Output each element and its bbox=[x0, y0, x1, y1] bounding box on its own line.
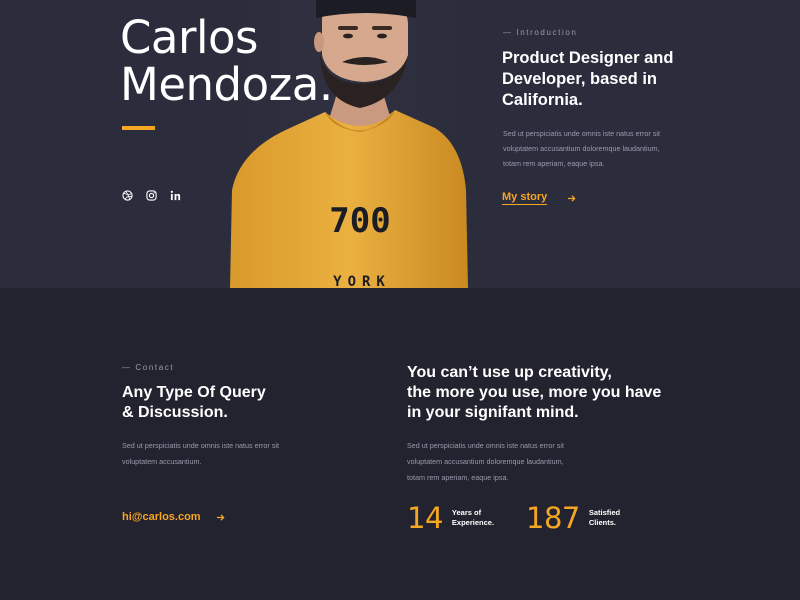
contact-body: Sed ut perspiciatis unde omnis iste natu… bbox=[122, 438, 317, 470]
intro-eyebrow: — Introduction bbox=[503, 28, 578, 37]
stat-label-line: Years of bbox=[451, 508, 482, 517]
hero-name-first: Carlos bbox=[120, 11, 258, 64]
linkedin-icon[interactable] bbox=[170, 190, 181, 201]
stat-clients: 187 Satisfied Clients. bbox=[526, 501, 644, 535]
arrow-right-icon bbox=[568, 194, 576, 202]
quote-body-line: totam rem aperiam, eaque ipsa. bbox=[407, 473, 509, 482]
contact-body-line: voluptatem accusantium. bbox=[122, 457, 202, 466]
quote-heading: You can’t use up creativity, the more yo… bbox=[407, 363, 707, 423]
social-links bbox=[122, 190, 181, 201]
arrow-right-icon bbox=[216, 513, 225, 521]
stat-years-label: Years of Experience. bbox=[452, 508, 507, 528]
quote-line: the more you use, more you have bbox=[407, 384, 662, 401]
accent-bar bbox=[122, 126, 155, 130]
stat-label-line: Clients. bbox=[588, 518, 616, 527]
contact-title: Any Type Of Query & Discussion. bbox=[122, 383, 322, 423]
contact-body-line: Sed ut perspiciatis unde omnis iste natu… bbox=[122, 441, 280, 450]
intro-body-line: totam rem aperiam, eaque ipsa. bbox=[503, 159, 605, 168]
email-label: hi@carlos.com bbox=[122, 511, 201, 523]
contact-title-line: Any Type Of Query bbox=[122, 384, 266, 401]
quote-body: Sed ut perspiciatis unde omnis iste natu… bbox=[407, 438, 607, 486]
quote-body-line: voluptatem accusantium doloremque laudan… bbox=[407, 457, 564, 466]
quote-line: You can’t use up creativity, bbox=[407, 364, 612, 381]
stat-clients-value: 187 bbox=[526, 501, 580, 535]
intro-title: Product Designer and Developer, based in… bbox=[502, 48, 702, 111]
my-story-label: My story bbox=[502, 191, 548, 205]
intro-title-line: California. bbox=[502, 91, 583, 109]
intro-title-line: Developer, based in bbox=[502, 70, 657, 88]
contact-eyebrow: — Contact bbox=[122, 363, 175, 372]
stat-clients-label: Satisfied Clients. bbox=[589, 508, 644, 528]
hero-section: 700 YORK Carlos Mendoza. — Introduction … bbox=[0, 0, 800, 288]
shirt-print-number: 700 bbox=[329, 201, 390, 241]
stat-label-line: Satisfied bbox=[588, 508, 621, 517]
shirt-print-word: YORK bbox=[333, 274, 391, 288]
stat-years: 14 Years of Experience. bbox=[407, 501, 507, 535]
intro-body: Sed ut perspiciatis unde omnis iste natu… bbox=[503, 126, 688, 171]
instagram-icon[interactable] bbox=[146, 190, 157, 201]
hero-name: Carlos Mendoza. bbox=[120, 14, 333, 108]
stat-label-line: Experience. bbox=[451, 518, 495, 527]
intro-title-line: Product Designer and bbox=[502, 49, 674, 67]
quote-body-line: Sed ut perspiciatis unde omnis iste natu… bbox=[407, 441, 565, 450]
hero-name-last: Mendoza. bbox=[120, 58, 333, 111]
intro-body-line: voluptatem accusantium doloremque laudan… bbox=[503, 144, 660, 153]
my-story-link[interactable]: My story bbox=[502, 191, 576, 205]
intro-body-line: Sed ut perspiciatis unde omnis iste natu… bbox=[503, 129, 661, 138]
dribbble-icon[interactable] bbox=[122, 190, 133, 201]
quote-line: in your signifant mind. bbox=[407, 404, 579, 421]
contact-title-line: & Discussion. bbox=[122, 404, 228, 421]
email-link[interactable]: hi@carlos.com bbox=[122, 511, 225, 523]
stat-years-value: 14 bbox=[407, 501, 443, 535]
